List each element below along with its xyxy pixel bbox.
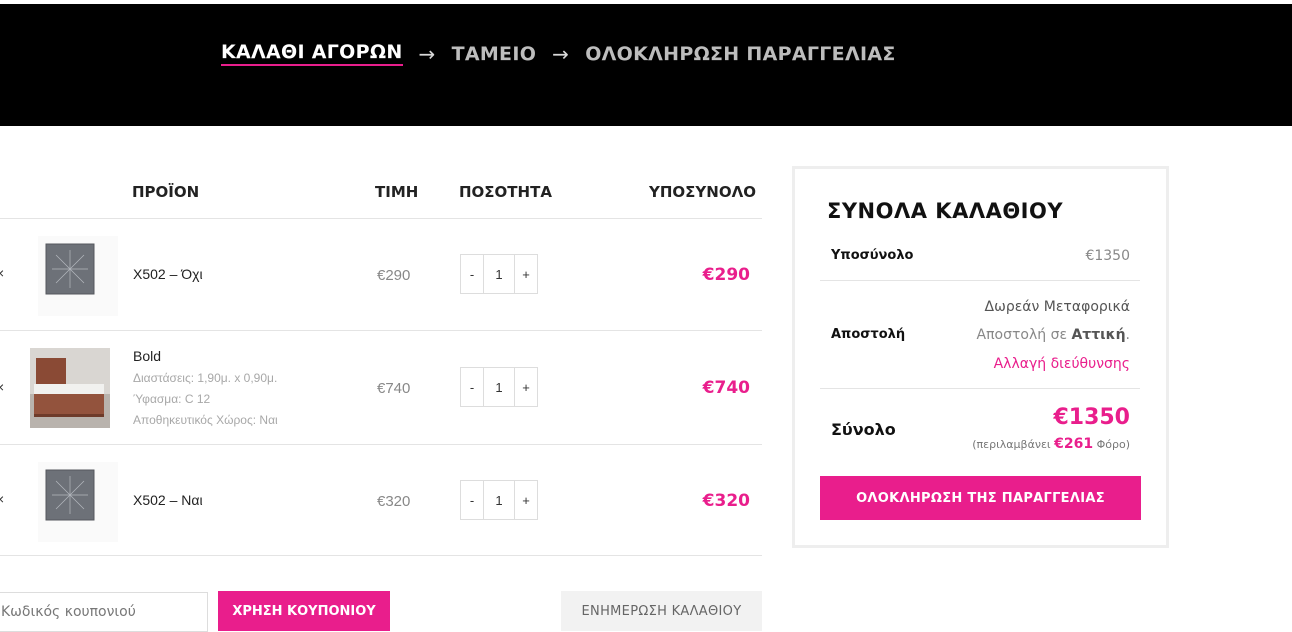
shipping-destination-suffix: . (1125, 327, 1130, 343)
change-address-link[interactable]: Αλλαγή διεύθυνσης (994, 356, 1130, 372)
total-label: Σύνολο (831, 420, 896, 439)
decrease-quantity-button[interactable]: - (461, 481, 483, 519)
subtotal-label: Υποσύνολο (831, 248, 914, 263)
remove-item-icon[interactable]: × (0, 379, 4, 395)
product-price: €740 (377, 380, 411, 397)
increase-quantity-button[interactable]: + (515, 255, 537, 293)
product-name[interactable]: X502 – Ναι (133, 492, 203, 508)
column-header-price: ΤΙΜΗ (375, 183, 419, 201)
shipping-method: Δωρεάν Μεταφορικά (984, 299, 1130, 315)
panel-icon (38, 236, 118, 316)
checkout-steps: ΚΑΛΑΘΙ ΑΓΟΡΩΝ → ΤΑΜΕΙΟ → ΟΛΟΚΛΗΡΩΣΗ ΠΑΡΑ… (221, 41, 896, 66)
product-thumbnail[interactable] (38, 462, 118, 542)
shipping-destination: Αποστολή σε Αττική. (977, 327, 1130, 343)
product-attribute: Αποθηκευτικός Χώρος: Ναι (133, 413, 278, 427)
step-checkout[interactable]: ΤΑΜΕΙΟ (452, 43, 537, 65)
increase-quantity-button[interactable]: + (515, 368, 537, 406)
arrow-right-icon: → (552, 41, 570, 66)
shipping-label: Αποστολή (831, 327, 906, 342)
quantity-input[interactable]: 1 (483, 481, 515, 519)
product-thumbnail[interactable] (38, 236, 118, 316)
product-thumbnail[interactable] (30, 348, 110, 428)
line-subtotal: €740 (702, 378, 750, 398)
line-subtotal: €290 (702, 265, 750, 285)
step-cart[interactable]: ΚΑΛΑΘΙ ΑΓΟΡΩΝ (221, 41, 403, 66)
panel-icon (38, 462, 118, 542)
quantity-stepper[interactable]: - 1 + (460, 254, 538, 294)
update-cart-button[interactable]: ΕΝΗΜΕΡΩΣΗ ΚΑΛΑΘΙΟΥ (561, 591, 762, 631)
product-attributes: Διαστάσεις: 1,90μ. x 0,90μ. Ύφασμα: C 12… (133, 368, 278, 431)
checkout-steps-bar: ΚΑΛΑΘΙ ΑΓΟΡΩΝ → ΤΑΜΕΙΟ → ΟΛΟΚΛΗΡΩΣΗ ΠΑΡΑ… (0, 4, 1292, 126)
divider (820, 388, 1140, 389)
line-subtotal: €320 (702, 491, 750, 511)
apply-coupon-button[interactable]: ΧΡΗΣΗ ΚΟΥΠΟΝΙΟΥ (218, 591, 390, 631)
divider (0, 555, 762, 556)
remove-item-icon[interactable]: × (0, 491, 4, 507)
product-price: €290 (377, 267, 411, 284)
quantity-input[interactable]: 1 (483, 368, 515, 406)
shipping-destination-prefix: Αποστολή σε (976, 327, 1072, 343)
tax-note: (περιλαμβάνει €261 Φόρο) (972, 436, 1130, 452)
step-order-complete: ΟΛΟΚΛΗΡΩΣΗ ΠΑΡΑΓΓΕΛΙΑΣ (585, 42, 896, 65)
product-price: €320 (377, 493, 411, 510)
cart-totals-title: ΣΥΝΟΛΑ ΚΑΛΑΘΙΟΥ (827, 199, 1064, 223)
bed-icon (30, 348, 110, 428)
tax-value: €261 (1054, 436, 1094, 452)
tax-note-suffix: Φόρο) (1093, 438, 1130, 451)
column-header-subtotal: ΥΠΟΣΥΝΟΛΟ (649, 183, 756, 201)
cart-row: × X502 – Όχι €290 - 1 + €290 (0, 219, 762, 330)
column-header-product: ΠΡΟΪΟΝ (132, 183, 200, 201)
cart-totals-panel: ΣΥΝΟΛΑ ΚΑΛΑΘΙΟΥ Υποσύνολο €1350 Αποστολή… (792, 166, 1169, 548)
cart-row: × Bold Διαστάσεις: 1,90μ. x 0,90μ. Ύφασμ… (0, 331, 762, 444)
product-attribute: Διαστάσεις: 1,90μ. x 0,90μ. (133, 371, 278, 385)
decrease-quantity-button[interactable]: - (461, 368, 483, 406)
product-attribute: Ύφασμα: C 12 (133, 392, 211, 406)
coupon-code-input[interactable]: Κωδικός κουπονιού (0, 592, 208, 632)
quantity-input[interactable]: 1 (483, 255, 515, 293)
tax-note-prefix: (περιλαμβάνει (972, 438, 1055, 451)
proceed-to-checkout-button[interactable]: ΟΛΟΚΛΗΡΩΣΗ ΤΗΣ ΠΑΡΑΓΓΕΛΙΑΣ (820, 476, 1141, 520)
quantity-stepper[interactable]: - 1 + (460, 367, 538, 407)
product-name[interactable]: Bold (133, 348, 161, 364)
column-header-quantity: ΠΟΣΟΤΗΤΑ (459, 183, 552, 201)
increase-quantity-button[interactable]: + (515, 481, 537, 519)
subtotal-value: €1350 (1085, 248, 1130, 264)
arrow-right-icon: → (418, 41, 436, 66)
remove-item-icon[interactable]: × (0, 265, 4, 281)
divider (820, 280, 1140, 281)
total-value: €1350 (1053, 405, 1130, 430)
cart-row: × X502 – Ναι €320 - 1 + €320 (0, 445, 762, 555)
shipping-region: Αττική (1071, 327, 1126, 343)
product-name[interactable]: X502 – Όχι (133, 266, 203, 282)
decrease-quantity-button[interactable]: - (461, 255, 483, 293)
quantity-stepper[interactable]: - 1 + (460, 480, 538, 520)
